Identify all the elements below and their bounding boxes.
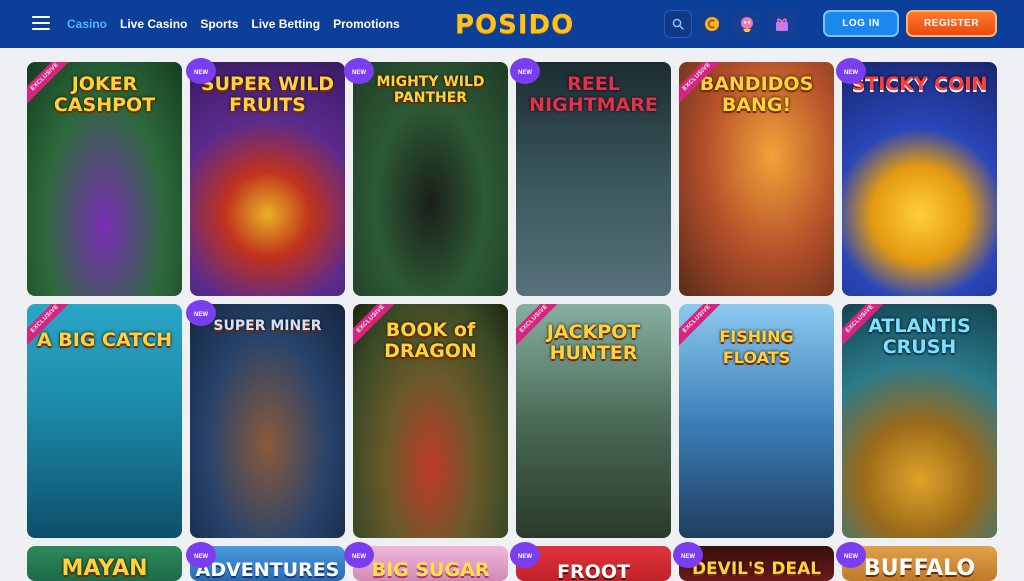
logo-text: POSIDO bbox=[455, 10, 575, 40]
game-tile-a-big-catch[interactable]: A BIG CATCH EXCLUSIVE bbox=[27, 304, 182, 538]
game-tile-mighty-wild-panther[interactable]: MIGHTY WILD PANTHER bbox=[353, 62, 508, 296]
game-title: BUFFALO bbox=[863, 556, 976, 581]
promo-coin-button[interactable] bbox=[698, 10, 726, 38]
main-nav: Casino Live Casino Sports Live Betting P… bbox=[67, 0, 400, 48]
search-icon bbox=[672, 18, 684, 30]
new-badge: NEW bbox=[186, 300, 216, 326]
coin-icon bbox=[705, 17, 719, 31]
game-tile-atlantis-crush[interactable]: ATLANTIS CRUSH EXCLUSIVE bbox=[842, 304, 997, 538]
new-badge: NEW bbox=[186, 542, 216, 568]
game-title: REEL NIGHTMARE bbox=[529, 73, 658, 116]
game-tile-mayan[interactable]: MAYAN bbox=[27, 546, 182, 581]
nav-live-betting[interactable]: Live Betting bbox=[251, 17, 320, 31]
game-tile-fishing-floats[interactable]: FISHING FLOATS EXCLUSIVE bbox=[679, 304, 834, 538]
new-badge: NEW bbox=[836, 58, 866, 84]
game-tile-sticky-coin[interactable]: STICKY COIN bbox=[842, 62, 997, 296]
game-title: JOKER CASHPOT bbox=[53, 73, 156, 116]
register-button[interactable]: REGISTER bbox=[906, 10, 997, 37]
menu-icon[interactable] bbox=[32, 16, 50, 30]
nav-promotions[interactable]: Promotions bbox=[333, 17, 400, 31]
game-title: BIG SUGAR bbox=[371, 559, 490, 581]
game-tile-joker-cashpot[interactable]: JOKER CASHPOT EXCLUSIVE bbox=[27, 62, 182, 296]
game-title: BOOK of DRAGON bbox=[384, 319, 477, 362]
game-title: A BIG CATCH bbox=[36, 329, 173, 351]
game-title: STICKY COIN bbox=[851, 73, 988, 95]
game-title: MIGHTY WILD PANTHER bbox=[376, 74, 485, 106]
new-badge: NEW bbox=[510, 58, 540, 84]
game-art bbox=[842, 62, 997, 296]
game-title: ATLANTIS CRUSH bbox=[868, 315, 971, 358]
game-title: JACKPOT HUNTER bbox=[546, 321, 641, 364]
game-title: FROOT bbox=[557, 561, 630, 581]
nav-live-casino[interactable]: Live Casino bbox=[120, 17, 187, 31]
game-title: MAYAN bbox=[61, 556, 148, 581]
search-button[interactable] bbox=[664, 10, 692, 38]
new-badge: NEW bbox=[344, 58, 374, 84]
game-tile-reel-nightmare[interactable]: REEL NIGHTMARE bbox=[516, 62, 671, 296]
game-title: FISHING FLOATS bbox=[719, 327, 794, 367]
game-art bbox=[190, 304, 345, 538]
nav-casino[interactable]: Casino bbox=[67, 17, 107, 31]
game-tile-jackpot-hunter[interactable]: JACKPOT HUNTER EXCLUSIVE bbox=[516, 304, 671, 538]
nav-sports[interactable]: Sports bbox=[200, 17, 238, 31]
game-title: ADVENTURES bbox=[195, 559, 340, 581]
character-icon bbox=[741, 17, 753, 32]
game-tile-bandidos-bang[interactable]: BANDIDOS BANG! EXCLUSIVE bbox=[679, 62, 834, 296]
new-badge: NEW bbox=[344, 542, 374, 568]
promo-gift-button[interactable] bbox=[768, 10, 796, 38]
promo-character-button[interactable] bbox=[733, 10, 761, 38]
game-title: DEVIL'S DEAL bbox=[691, 559, 822, 579]
top-header: Casino Live Casino Sports Live Betting P… bbox=[0, 0, 1024, 48]
login-button[interactable]: LOG IN bbox=[823, 10, 899, 37]
new-badge: NEW bbox=[673, 542, 703, 568]
gift-icon bbox=[776, 18, 788, 31]
game-title: SUPER WILD FRUITS bbox=[200, 73, 335, 116]
game-tile-book-of-dragon[interactable]: BOOK of DRAGON EXCLUSIVE bbox=[353, 304, 508, 538]
game-tile-super-wild-fruits[interactable]: SUPER WILD FRUITS bbox=[190, 62, 345, 296]
game-title: SUPER MINER bbox=[213, 318, 322, 334]
game-title: BANDIDOS BANG! bbox=[699, 73, 814, 116]
game-tile-super-miner[interactable]: SUPER MINER bbox=[190, 304, 345, 538]
new-badge: NEW bbox=[510, 542, 540, 568]
new-badge: NEW bbox=[836, 542, 866, 568]
new-badge: NEW bbox=[186, 58, 216, 84]
site-logo[interactable]: POSIDO bbox=[455, 8, 575, 40]
game-tile-big-sugar[interactable]: BIG SUGAR bbox=[353, 546, 508, 581]
